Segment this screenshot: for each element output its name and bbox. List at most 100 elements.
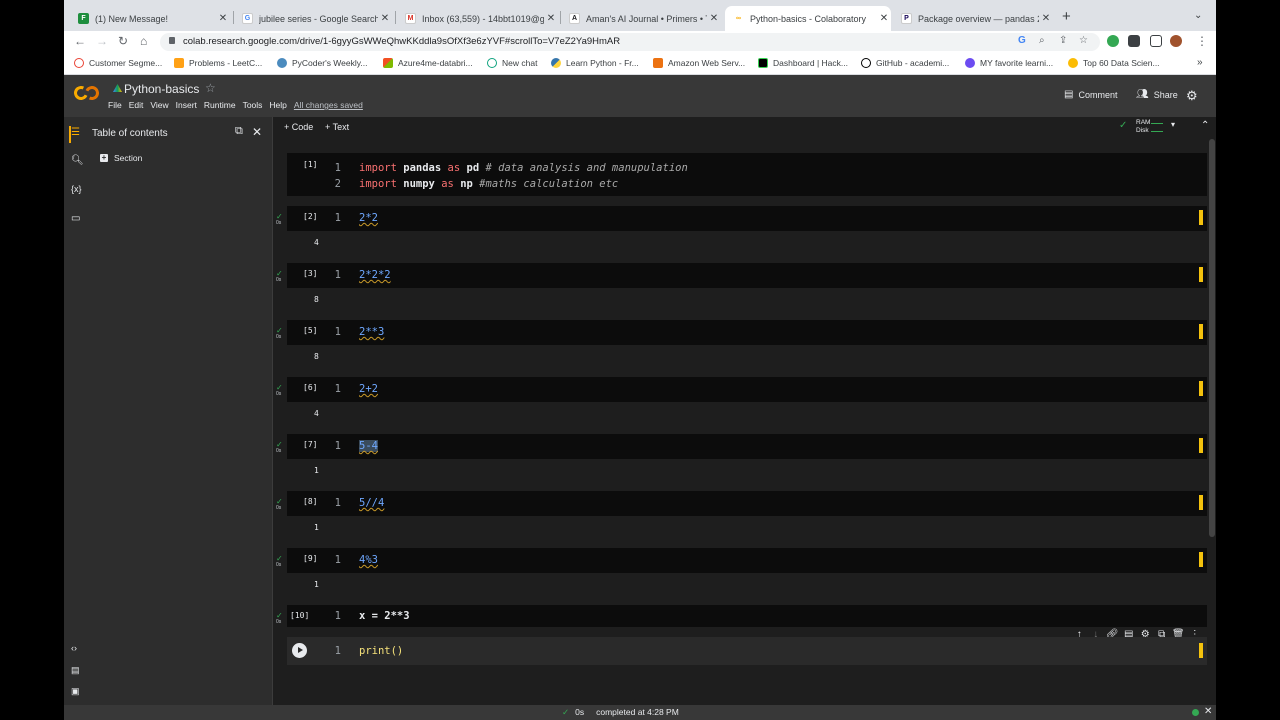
browser-tab[interactable]: F (1) New Message! ✕ bbox=[70, 6, 230, 31]
code-snippets-icon[interactable]: ‹› bbox=[71, 643, 77, 653]
code-cell[interactable]: [3] 1 2*2*2 bbox=[287, 263, 1207, 288]
settings-gear-icon[interactable]: ⚙ bbox=[1186, 88, 1198, 104]
code-editor[interactable]: 1 2+2 bbox=[327, 381, 378, 397]
bookmark-item[interactable]: Learn Python - Fr... bbox=[551, 58, 639, 68]
bookmark-item[interactable]: Dashboard | Hack... bbox=[758, 58, 848, 68]
menu-help[interactable]: Help bbox=[269, 100, 286, 110]
add-text-button[interactable]: + Text bbox=[325, 122, 349, 132]
tab-search-icon[interactable]: ⌄ bbox=[1194, 10, 1202, 21]
menu-tools[interactable]: Tools bbox=[243, 100, 263, 110]
address-bar[interactable]: colab.research.google.com/drive/1-6gyyGs… bbox=[160, 33, 1100, 51]
back-icon[interactable]: ← bbox=[74, 34, 86, 48]
side-panel-icon[interactable] bbox=[1150, 35, 1162, 47]
code-editor[interactable]: 1 2**3 bbox=[327, 324, 385, 340]
code-cell-active[interactable]: 1 print() bbox=[287, 637, 1207, 665]
code-editor[interactable]: 1 import pandas as pd # data analysis and… bbox=[327, 160, 688, 192]
code-editor[interactable]: 1 2*2*2 bbox=[327, 267, 391, 283]
close-icon[interactable]: ✕ bbox=[544, 13, 558, 24]
zoom-icon[interactable]: ⌕ bbox=[1039, 35, 1045, 46]
extension-grammarly-icon[interactable] bbox=[1107, 35, 1119, 47]
bookmark-item[interactable]: Customer Segme... bbox=[74, 58, 162, 68]
menu-runtime[interactable]: Runtime bbox=[204, 100, 236, 110]
collapse-header-icon[interactable]: ⌃ bbox=[1201, 120, 1209, 131]
add-code-button[interactable]: + Code bbox=[284, 122, 313, 132]
new-tab-button[interactable]: + bbox=[1062, 8, 1071, 25]
run-status: ✓ 0s bbox=[276, 554, 283, 569]
resources-indicator[interactable]: ✓ RAM Disk ▾ bbox=[1119, 118, 1185, 136]
search-icon[interactable]: 🔍︎ bbox=[71, 155, 84, 166]
browser-tab-active[interactable]: ∞ Python-basics - Colaboratory ✕ bbox=[725, 6, 891, 31]
share-button[interactable]: 👥︎ Share bbox=[1136, 89, 1178, 100]
code-cell[interactable]: [8] 1 5//4 bbox=[287, 491, 1207, 516]
share-page-icon[interactable]: ⇪ bbox=[1059, 35, 1067, 46]
star-icon[interactable]: ☆ bbox=[205, 81, 216, 95]
code-cell[interactable]: [9] 1 4%3 bbox=[287, 548, 1207, 573]
bookmark-item[interactable]: PyCoder's Weekly... bbox=[277, 58, 367, 68]
variables-icon[interactable]: {x} bbox=[71, 184, 82, 194]
bookmark-item[interactable]: Azure4me-databri... bbox=[383, 58, 473, 68]
code-editor[interactable]: 1 4%3 bbox=[327, 552, 378, 568]
extensions-puzzle-icon[interactable] bbox=[1128, 35, 1140, 47]
bookmarks-overflow-icon[interactable]: » bbox=[1197, 57, 1203, 68]
bookmark-item[interactable]: Top 60 Data Scien... bbox=[1068, 58, 1160, 68]
bookmark-item[interactable]: MY favorite learni... bbox=[965, 58, 1053, 68]
url-text[interactable]: colab.research.google.com/drive/1-6gyyGs… bbox=[183, 36, 620, 47]
close-icon[interactable]: ✕ bbox=[877, 13, 891, 24]
chevron-down-icon[interactable]: ▾ bbox=[1171, 120, 1175, 129]
menu-insert[interactable]: Insert bbox=[176, 100, 197, 110]
execution-count: [8] bbox=[303, 497, 318, 506]
menu-edit[interactable]: Edit bbox=[129, 100, 144, 110]
code-editor[interactable]: 1x = 2**3 bbox=[327, 608, 410, 624]
code-cell[interactable]: [5] 1 2**3 bbox=[287, 320, 1207, 345]
close-icon[interactable]: ✕ bbox=[216, 13, 230, 24]
reload-icon[interactable]: ↻ bbox=[118, 34, 128, 48]
forward-icon[interactable]: → bbox=[96, 34, 108, 48]
cell-change-marker bbox=[1199, 438, 1203, 453]
code-editor[interactable]: 1 2*2 bbox=[327, 210, 378, 226]
scrollbar[interactable] bbox=[1209, 139, 1215, 537]
browser-tab[interactable]: P Package overview — pandas 2. ✕ bbox=[893, 6, 1053, 31]
code-cell[interactable]: [7] 1 5-4 bbox=[287, 434, 1207, 459]
comment-button[interactable]: ▤ Comment bbox=[1064, 89, 1117, 100]
colab-logo[interactable] bbox=[72, 84, 101, 102]
close-icon[interactable]: ✕ bbox=[378, 13, 392, 24]
bookmark-item[interactable]: New chat bbox=[487, 58, 537, 68]
code-cell[interactable]: [2] 1 2*2 bbox=[287, 206, 1207, 231]
browser-menu-icon[interactable]: ⋮ bbox=[1196, 34, 1208, 48]
notebook-title[interactable]: Python-basics bbox=[124, 82, 199, 96]
bookmark-item[interactable]: Amazon Web Serv... bbox=[653, 58, 745, 68]
toc-item-section[interactable]: + Section bbox=[100, 153, 142, 163]
close-status-icon[interactable]: ✕ bbox=[1204, 706, 1212, 717]
menu-view[interactable]: View bbox=[150, 100, 168, 110]
code-cell[interactable]: [10] 1x = 2**3 bbox=[287, 605, 1207, 627]
run-cell-button[interactable] bbox=[292, 643, 307, 658]
google-lens-icon[interactable]: G bbox=[1018, 35, 1026, 46]
home-icon[interactable]: ⌂ bbox=[140, 34, 147, 48]
bookmark-item[interactable]: Problems - LeetC... bbox=[174, 58, 262, 68]
open-in-tab-icon[interactable]: ⧉ bbox=[235, 125, 243, 138]
code-editor[interactable]: 1 print() bbox=[327, 643, 404, 659]
code-editor[interactable]: 1 5-4 bbox=[327, 438, 378, 454]
table-of-contents-icon[interactable]: ☰ bbox=[71, 127, 80, 138]
cell-change-marker bbox=[1199, 267, 1203, 282]
close-panel-icon[interactable]: ✕ bbox=[252, 125, 262, 139]
menu-file[interactable]: File bbox=[108, 100, 122, 110]
files-folder-icon[interactable]: ▭ bbox=[71, 213, 80, 224]
profile-avatar[interactable] bbox=[1170, 35, 1182, 47]
bookmark-item[interactable]: GitHub - academi... bbox=[861, 58, 949, 68]
terminal-icon[interactable]: ▣ bbox=[71, 686, 80, 697]
browser-tab[interactable]: M Inbox (63,559) - 14bbt1019@g ✕ bbox=[397, 6, 558, 31]
browser-tab[interactable]: G jubilee series - Google Search ✕ bbox=[234, 6, 392, 31]
browser-tab[interactable]: A Aman's AI Journal • Primers • T ✕ bbox=[561, 6, 721, 31]
close-icon[interactable]: ✕ bbox=[707, 13, 721, 24]
run-status: ✓ 0s bbox=[276, 440, 283, 455]
save-status[interactable]: All changes saved bbox=[294, 100, 363, 110]
code-editor[interactable]: 1 5//4 bbox=[327, 495, 385, 511]
bookmark-star-icon[interactable]: ☆ bbox=[1079, 35, 1088, 46]
execution-status[interactable]: ✓ 0s completed at 4:28 PM bbox=[562, 707, 679, 718]
close-icon[interactable]: ✕ bbox=[1039, 13, 1053, 24]
command-palette-icon[interactable]: ▤ bbox=[71, 665, 80, 676]
notebook-toolbar: + Code + Text ✓ RAM Disk ▾ ⌃ bbox=[273, 117, 1216, 137]
code-cell[interactable]: [6] 1 2+2 bbox=[287, 377, 1207, 402]
code-cell[interactable]: [1] 1 import pandas as pd # data analysis… bbox=[287, 153, 1207, 196]
